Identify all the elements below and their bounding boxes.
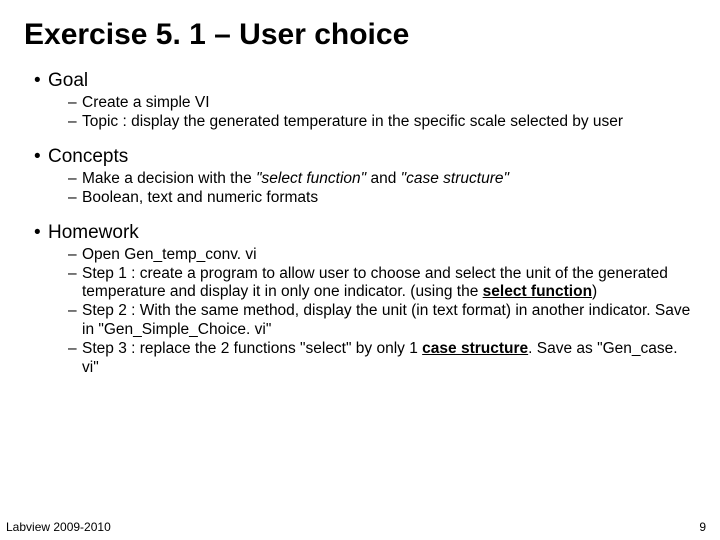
section-concepts: • Concepts (34, 146, 696, 168)
dash-icon: – (68, 265, 82, 303)
list-item: – Make a decision with the "select funct… (68, 170, 696, 189)
item-text: Create a simple VI (82, 94, 696, 113)
text-run: Make a decision with the (82, 170, 256, 187)
item-text: Open Gen_temp_conv. vi (82, 246, 696, 265)
section-goal: • Goal (34, 70, 696, 92)
text-run: Step 3 : replace the 2 functions "select… (82, 340, 422, 357)
bullet-icon: • (34, 70, 48, 92)
text-run: and (366, 170, 400, 187)
text-run: ) (592, 283, 597, 300)
dash-icon: – (68, 113, 82, 132)
slide-title: Exercise 5. 1 – User choice (24, 18, 696, 52)
list-item: – Open Gen_temp_conv. vi (68, 246, 696, 265)
item-text: Step 3 : replace the 2 functions "select… (82, 340, 696, 378)
slide: Exercise 5. 1 – User choice • Goal – Cre… (0, 0, 720, 540)
section-heading: Homework (48, 222, 139, 244)
section-homework: • Homework (34, 222, 696, 244)
list-item: – Boolean, text and numeric formats (68, 189, 696, 208)
footer-left: Labview 2009-2010 (6, 520, 111, 534)
bullet-icon: • (34, 222, 48, 244)
list-item: – Topic : display the generated temperat… (68, 113, 696, 132)
item-text: Step 1 : create a program to allow user … (82, 265, 696, 303)
underline-bold-text: case structure (422, 340, 528, 357)
bullet-icon: • (34, 146, 48, 168)
underline-bold-text: select function (483, 283, 592, 300)
italic-text: "case structure" (401, 170, 509, 187)
dash-icon: – (68, 189, 82, 208)
list-item: – Step 3 : replace the 2 functions "sele… (68, 340, 696, 378)
concepts-items: – Make a decision with the "select funct… (68, 170, 696, 208)
list-item: – Step 2 : With the same method, display… (68, 302, 696, 340)
dash-icon: – (68, 302, 82, 340)
list-item: – Create a simple VI (68, 94, 696, 113)
section-heading: Concepts (48, 146, 128, 168)
section-heading: Goal (48, 70, 88, 92)
item-text: Step 2 : With the same method, display t… (82, 302, 696, 340)
homework-items: – Open Gen_temp_conv. vi – Step 1 : crea… (68, 246, 696, 378)
dash-icon: – (68, 340, 82, 378)
dash-icon: – (68, 246, 82, 265)
italic-text: "select function" (256, 170, 366, 187)
item-text: Topic : display the generated temperatur… (82, 113, 696, 132)
item-text: Boolean, text and numeric formats (82, 189, 696, 208)
dash-icon: – (68, 170, 82, 189)
list-item: – Step 1 : create a program to allow use… (68, 265, 696, 303)
dash-icon: – (68, 94, 82, 113)
goal-items: – Create a simple VI – Topic : display t… (68, 94, 696, 132)
slide-number: 9 (699, 520, 706, 534)
item-text: Make a decision with the "select functio… (82, 170, 696, 189)
